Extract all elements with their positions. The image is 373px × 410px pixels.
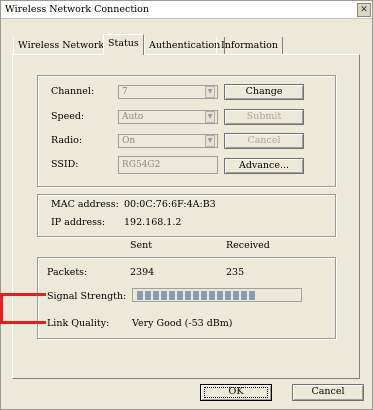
signal-strength-label: Signal Strength:	[47, 291, 127, 302]
signal-segment	[225, 291, 231, 300]
signal-segment	[137, 291, 143, 300]
cancel-settings-button[interactable]: Cancel	[224, 133, 304, 149]
channel-select[interactable]: 7	[118, 85, 218, 99]
signal-segment	[169, 291, 175, 300]
mac-address-value: 00:0C:76:6F:4A:B3	[124, 199, 216, 210]
signal-segment	[241, 291, 247, 300]
dialog-window: Wireless Network Connection ✕ Wireless N…	[0, 0, 373, 410]
advance-button[interactable]: Advance...	[224, 158, 304, 174]
channel-label: Channel:	[51, 86, 95, 97]
annotation-bracket-top	[0, 293, 46, 296]
received-header: Received	[226, 240, 270, 251]
signal-segment	[209, 291, 215, 300]
signal-segment	[177, 291, 183, 300]
title-bar: Wireless Network Connection ✕	[1, 1, 372, 19]
packets-label: Packets:	[47, 267, 88, 278]
packets-received-value: 235	[226, 267, 245, 278]
ssid-field[interactable]: RG54G2	[118, 156, 218, 174]
speed-label: Speed:	[51, 111, 85, 122]
signal-segment	[201, 291, 207, 300]
speed-select[interactable]: Auto	[118, 110, 218, 124]
signal-segment	[217, 291, 223, 300]
signal-segment	[233, 291, 239, 300]
link-quality-value: Very Good (-53 dBm)	[132, 318, 233, 329]
signal-segment	[193, 291, 199, 300]
focus-ring	[204, 387, 268, 398]
cancel-button[interactable]: Cancel	[292, 384, 364, 401]
signal-strength-meter	[132, 288, 302, 302]
sent-header: Sent	[130, 240, 153, 251]
change-button[interactable]: Change	[224, 84, 304, 100]
speed-dropdown-arrow-icon[interactable]: ▼	[205, 111, 215, 123]
radio-select[interactable]: On	[118, 134, 218, 148]
tab-status[interactable]: Status	[103, 34, 144, 55]
tab-information[interactable]: Information	[216, 37, 284, 54]
packets-sent-value: 2394	[130, 267, 155, 278]
radio-dropdown-arrow-icon[interactable]: ▼	[205, 135, 215, 147]
close-icon[interactable]: ✕	[357, 3, 371, 17]
radio-label: Radio:	[51, 135, 83, 146]
annotation-bracket-vertical	[0, 293, 3, 324]
signal-segment	[249, 291, 255, 300]
signal-segment	[153, 291, 159, 300]
tab-authentication[interactable]: Authentication	[144, 37, 226, 54]
mac-address-label: MAC address:	[51, 199, 119, 210]
link-quality-label: Link Quality:	[47, 318, 110, 329]
annotation-bracket-bottom	[0, 321, 46, 324]
ip-address-value: 192.168.1.2	[124, 217, 182, 228]
tab-wireless-network[interactable]: Wireless Network	[13, 37, 110, 54]
ok-button[interactable]: OK	[200, 384, 272, 401]
ssid-label: SSID:	[51, 159, 79, 170]
signal-segment	[161, 291, 167, 300]
signal-segment	[145, 291, 151, 300]
ip-address-label: IP address:	[51, 217, 106, 228]
channel-dropdown-arrow-icon[interactable]: ▼	[205, 86, 215, 98]
submit-button[interactable]: Submit	[224, 109, 304, 125]
signal-segment	[185, 291, 191, 300]
window-title: Wireless Network Connection	[5, 4, 150, 15]
